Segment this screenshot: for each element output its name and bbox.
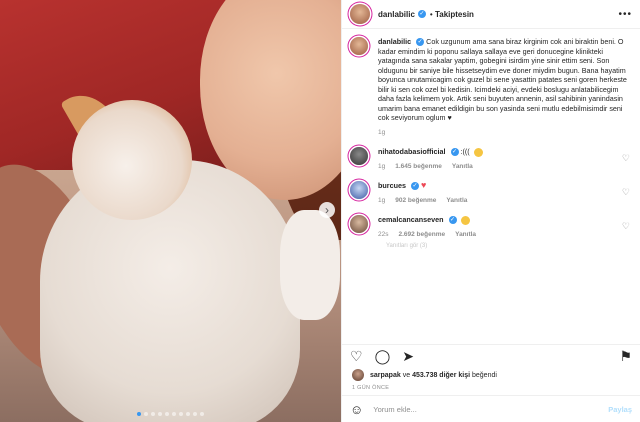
verified-icon: ✓ — [416, 38, 425, 47]
share-comment-button[interactable]: Paylaş — [608, 405, 632, 414]
caption-time[interactable]: 1g — [378, 128, 385, 138]
likes-connector: ve — [402, 371, 411, 379]
more-options-icon[interactable]: ••• — [618, 9, 632, 20]
comment-likes[interactable]: 1.645 beğenme — [395, 162, 442, 172]
red-heart-icon: ♥ — [420, 180, 427, 191]
comment-username[interactable]: cemalcancanseven — [378, 215, 444, 224]
smile-emoji-icon — [460, 215, 470, 225]
carousel-dot — [158, 412, 162, 416]
comment-username[interactable]: nihatodabasiofficial — [378, 147, 446, 156]
post-timestamp: 1 GÜN ÖNCE — [352, 385, 390, 391]
next-slide-icon[interactable]: › — [319, 202, 335, 218]
comment-body: cemalcancanseven ✓ 22s 2.692 beğenme Yan… — [378, 215, 630, 239]
follow-status[interactable]: • Takiptesin — [430, 10, 474, 19]
carousel-dot — [200, 412, 204, 416]
like-comment-icon[interactable]: ♡ — [622, 153, 630, 164]
liker-avatar[interactable] — [352, 369, 364, 381]
caption-body: danlabilic ✓ Cok uzgunum ama sana biraz … — [378, 37, 630, 137]
likes-count[interactable]: 453.738 diğer kişi — [412, 372, 470, 379]
caption-username[interactable]: danlabilic — [378, 37, 411, 46]
reply-button[interactable]: Yanıtla — [446, 196, 467, 206]
commenter-avatar[interactable] — [350, 147, 368, 165]
action-bar: ♡ ◯ ➤ ⚑ — [342, 344, 640, 367]
comment-icon[interactable]: ◯ — [375, 348, 391, 365]
comment-likes[interactable]: 2.692 beğenme — [398, 230, 445, 240]
view-replies-link[interactable]: Yanıtları gör (3) — [350, 243, 630, 249]
comment-text: :((( — [460, 147, 470, 156]
comment-time[interactable]: 1g — [378, 162, 385, 172]
likes-summary: sarpapak ve 453.738 diğer kişi beğendi — [342, 367, 640, 381]
carousel-dot — [179, 412, 183, 416]
photo-cat-head — [72, 100, 192, 220]
verified-icon: ✓ — [417, 10, 426, 18]
post-sidebar: danlabilic ✓ • Takiptesin ••• danlabilic… — [341, 0, 640, 422]
carousel-dot — [151, 412, 155, 416]
instagram-post: › danlabilic ✓ • Takiptesin ••• danlabil… — [0, 0, 640, 422]
comment-item: cemalcancanseven ✓ 22s 2.692 beğenme Yan… — [350, 215, 630, 239]
sad-face-icon — [473, 147, 483, 157]
reply-button[interactable]: Yanıtla — [455, 230, 476, 240]
send-icon[interactable]: ➤ — [402, 348, 414, 365]
caption-text: Cok uzgunum ama sana biraz kirginim cok … — [378, 37, 627, 122]
reply-button[interactable]: Yanıtla — [452, 162, 473, 172]
comment-likes[interactable]: 902 beğenme — [395, 196, 436, 206]
carousel-dot — [172, 412, 176, 416]
carousel-dot — [186, 412, 190, 416]
comment-body: nihatodabasiofficial ✓ :((( 1g 1.645 beğ… — [378, 147, 630, 171]
verified-icon: ✓ — [450, 148, 459, 157]
comment-username[interactable]: burcues — [378, 181, 406, 190]
post-photo[interactable]: › — [0, 0, 341, 422]
comment-item: burcues ✓ ♥ 1g 902 beğenme Yanıtla ♡ — [350, 180, 630, 206]
commenter-avatar[interactable] — [350, 215, 368, 234]
like-icon[interactable]: ♡ — [350, 348, 363, 365]
verified-icon: ✓ — [410, 182, 419, 191]
like-comment-icon[interactable]: ♡ — [622, 221, 630, 232]
carousel-dot — [137, 412, 141, 416]
likes-suffix: beğendi — [472, 371, 497, 379]
comment-body: burcues ✓ ♥ 1g 902 beğenme Yanıtla — [378, 180, 630, 206]
follow-label[interactable]: Takiptesin — [435, 10, 474, 19]
comment-item: nihatodabasiofficial ✓ :((( 1g 1.645 beğ… — [350, 147, 630, 171]
comment-time[interactable]: 22s — [378, 230, 388, 240]
commenter-avatar[interactable] — [350, 181, 368, 200]
post-header: danlabilic ✓ • Takiptesin ••• — [342, 0, 640, 29]
caption: danlabilic ✓ Cok uzgunum ama sana biraz … — [350, 37, 630, 137]
header-separator: • — [429, 9, 433, 19]
comment-time[interactable]: 1g — [378, 196, 385, 206]
add-comment-bar: ☺ Yorum ekle... Paylaş — [342, 395, 640, 422]
author-avatar[interactable] — [350, 4, 370, 24]
carousel-dots — [0, 412, 341, 416]
carousel-dot — [193, 412, 197, 416]
emoji-picker-icon[interactable]: ☺ — [350, 402, 363, 417]
author-username[interactable]: danlabilic — [378, 10, 415, 19]
save-icon[interactable]: ⚑ — [619, 348, 632, 365]
carousel-dot — [165, 412, 169, 416]
photo-cat-paw — [280, 210, 340, 320]
verified-icon: ✓ — [448, 216, 457, 225]
comment-input[interactable]: Yorum ekle... — [373, 405, 417, 414]
caption-avatar[interactable] — [350, 37, 368, 55]
liker-username[interactable]: sarpapak — [370, 372, 401, 379]
carousel-dot — [144, 412, 148, 416]
like-comment-icon[interactable]: ♡ — [622, 187, 630, 198]
comments-panel[interactable]: danlabilic ✓ Cok uzgunum ama sana biraz … — [342, 29, 640, 344]
